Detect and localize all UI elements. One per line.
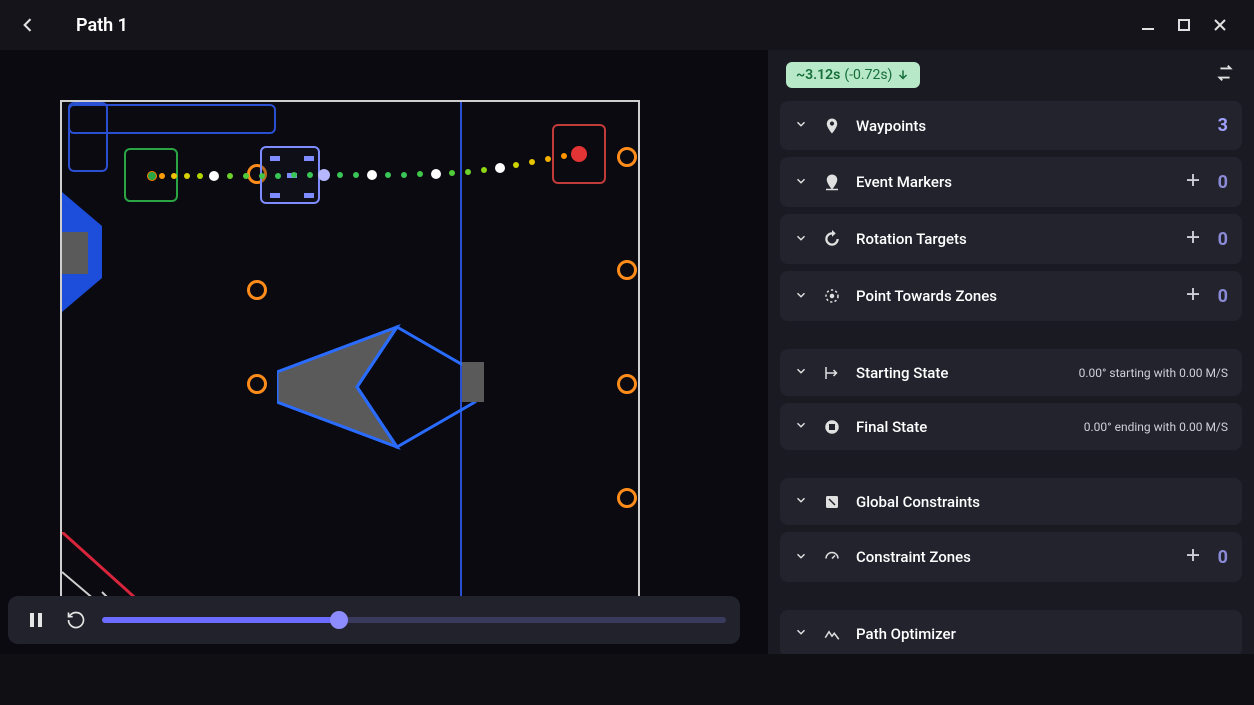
speed-icon (822, 548, 842, 566)
section-path-optimizer[interactable]: Path Optimizer (780, 610, 1242, 654)
time-delta: (-0.72s) (844, 67, 892, 83)
section-label: Rotation Targets (856, 230, 1184, 248)
field-canvas[interactable] (0, 50, 768, 654)
rotation-targets-count: 0 (1218, 229, 1228, 250)
starting-state-text: 0.00° starting with 0.00 M/S (1079, 366, 1228, 380)
section-point-towards[interactable]: Point Towards Zones 0 (780, 271, 1242, 321)
section-label: Constraint Zones (856, 548, 1184, 566)
chevron-down-icon[interactable] (794, 624, 808, 643)
optimize-icon (822, 625, 842, 643)
add-button[interactable] (1184, 228, 1206, 250)
event-markers-count: 0 (1218, 172, 1228, 193)
time-estimate: ~3.12s (796, 67, 840, 83)
start-icon (822, 364, 842, 382)
section-label: Path Optimizer (856, 625, 1228, 643)
minimize-button[interactable] (1130, 7, 1166, 43)
chevron-down-icon[interactable] (794, 116, 808, 135)
chevron-down-icon[interactable] (794, 173, 808, 192)
slider-fill (102, 617, 339, 623)
slider-thumb[interactable] (330, 611, 348, 629)
section-label: Final State (856, 418, 1084, 436)
pause-button[interactable] (22, 606, 50, 634)
playback-bar (8, 596, 740, 644)
playback-slider[interactable] (102, 617, 726, 623)
path-trajectory (62, 102, 642, 642)
back-button[interactable] (16, 13, 40, 37)
constraints-icon (822, 493, 842, 511)
section-global-constraints[interactable]: Global Constraints (780, 478, 1242, 525)
section-label: Global Constraints (856, 493, 1228, 511)
page-title: Path 1 (76, 15, 128, 36)
restart-button[interactable] (62, 606, 90, 634)
chevron-down-icon[interactable] (794, 548, 808, 567)
section-label: Event Markers (856, 173, 1184, 191)
section-rotation-targets[interactable]: Rotation Targets 0 (780, 214, 1242, 264)
time-estimate-chip: ~3.12s (-0.72s) (786, 62, 920, 88)
add-button[interactable] (1184, 171, 1206, 193)
chevron-down-icon[interactable] (794, 287, 808, 306)
section-waypoints[interactable]: Waypoints 3 (780, 101, 1242, 150)
side-panel: ~3.12s (-0.72s) Waypoints 3 Event Marker… (768, 50, 1254, 654)
chevron-down-icon[interactable] (794, 363, 808, 382)
chevron-down-icon[interactable] (794, 492, 808, 511)
section-label: Starting State (856, 364, 1079, 382)
waypoints-count: 3 (1218, 115, 1228, 136)
swap-button[interactable] (1214, 62, 1236, 88)
chevron-down-icon[interactable] (794, 230, 808, 249)
maximize-button[interactable] (1166, 7, 1202, 43)
point-towards-icon (822, 287, 842, 305)
chevron-down-icon[interactable] (794, 417, 808, 436)
waypoint-icon (822, 117, 842, 135)
close-button[interactable] (1202, 7, 1238, 43)
section-final-state[interactable]: Final State 0.00° ending with 0.00 M/S (780, 403, 1242, 450)
section-label: Waypoints (856, 117, 1218, 135)
section-label: Point Towards Zones (856, 287, 1184, 305)
final-state-text: 0.00° ending with 0.00 M/S (1084, 420, 1228, 434)
rotation-icon (822, 230, 842, 248)
add-button[interactable] (1184, 285, 1206, 307)
section-event-markers[interactable]: Event Markers 0 (780, 157, 1242, 207)
stop-icon (822, 418, 842, 436)
constraint-zones-count: 0 (1218, 547, 1228, 568)
marker-icon (822, 173, 842, 191)
section-starting-state[interactable]: Starting State 0.00° starting with 0.00 … (780, 349, 1242, 396)
arrow-down-icon (896, 68, 910, 82)
add-button[interactable] (1184, 546, 1206, 568)
point-towards-count: 0 (1218, 286, 1228, 307)
section-constraint-zones[interactable]: Constraint Zones 0 (780, 532, 1242, 582)
